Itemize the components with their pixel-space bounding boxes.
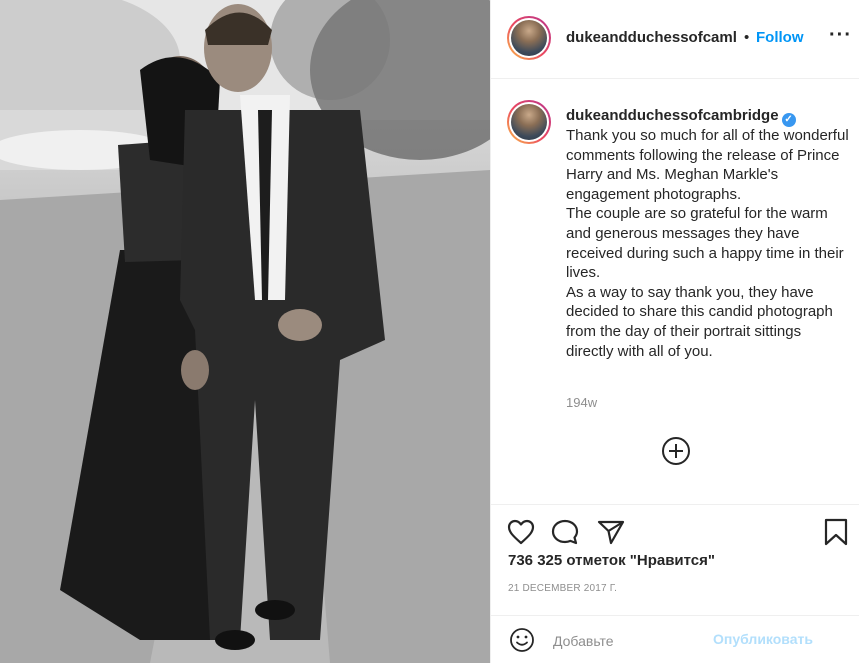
verified-badge-icon: ✓	[781, 113, 796, 127]
more-options-icon[interactable]: ···	[829, 24, 852, 47]
caption-avatar[interactable]	[507, 100, 551, 144]
follow-button[interactable]: Follow	[756, 29, 804, 46]
caption-paragraph: Thank you so much for all of the wonderf…	[566, 127, 849, 203]
comment-input[interactable]	[553, 631, 713, 651]
post-photo[interactable]	[0, 0, 490, 663]
profile-avatar[interactable]	[507, 16, 551, 60]
couple-photo-illustration	[0, 0, 490, 663]
caption-area: dukeandduchessofcambridge ✓ Thank you so …	[491, 80, 859, 503]
bookmark-icon[interactable]	[824, 518, 848, 546]
header-username[interactable]: dukeandduchessofcaml	[566, 29, 742, 46]
plus-circle-icon[interactable]	[662, 437, 690, 465]
separator-dot: •	[744, 29, 750, 46]
post-side-panel: dukeandduchessofcaml • Follow ··· dukean…	[490, 0, 859, 663]
relative-time[interactable]: 194w	[566, 395, 597, 410]
post-header: dukeandduchessofcaml • Follow ···	[491, 0, 859, 79]
caption-username[interactable]: dukeandduchessofcambridge	[566, 107, 779, 124]
action-bar: 736 325 отметок "Нравится" 21 DECEMBER 2…	[491, 504, 859, 624]
comment-icon[interactable]	[551, 519, 579, 545]
publish-button[interactable]: Опубликовать	[713, 631, 813, 647]
heart-icon[interactable]	[507, 519, 535, 545]
comment-bar: Опубликовать	[491, 615, 859, 663]
post-date[interactable]: 21 DECEMBER 2017 Г.	[508, 583, 617, 594]
caption-paragraph: As a way to say thank you, they have dec…	[566, 283, 833, 360]
smiley-icon[interactable]	[509, 627, 535, 653]
share-icon[interactable]	[597, 519, 625, 545]
caption-paragraph: The couple are so grateful for the warm …	[566, 205, 844, 282]
likes-count[interactable]: 736 325 отметок "Нравится"	[508, 552, 715, 569]
caption-username-row: dukeandduchessofcambridge ✓	[566, 107, 796, 127]
caption-text: Thank you so much for all of the wonderf…	[566, 126, 851, 361]
